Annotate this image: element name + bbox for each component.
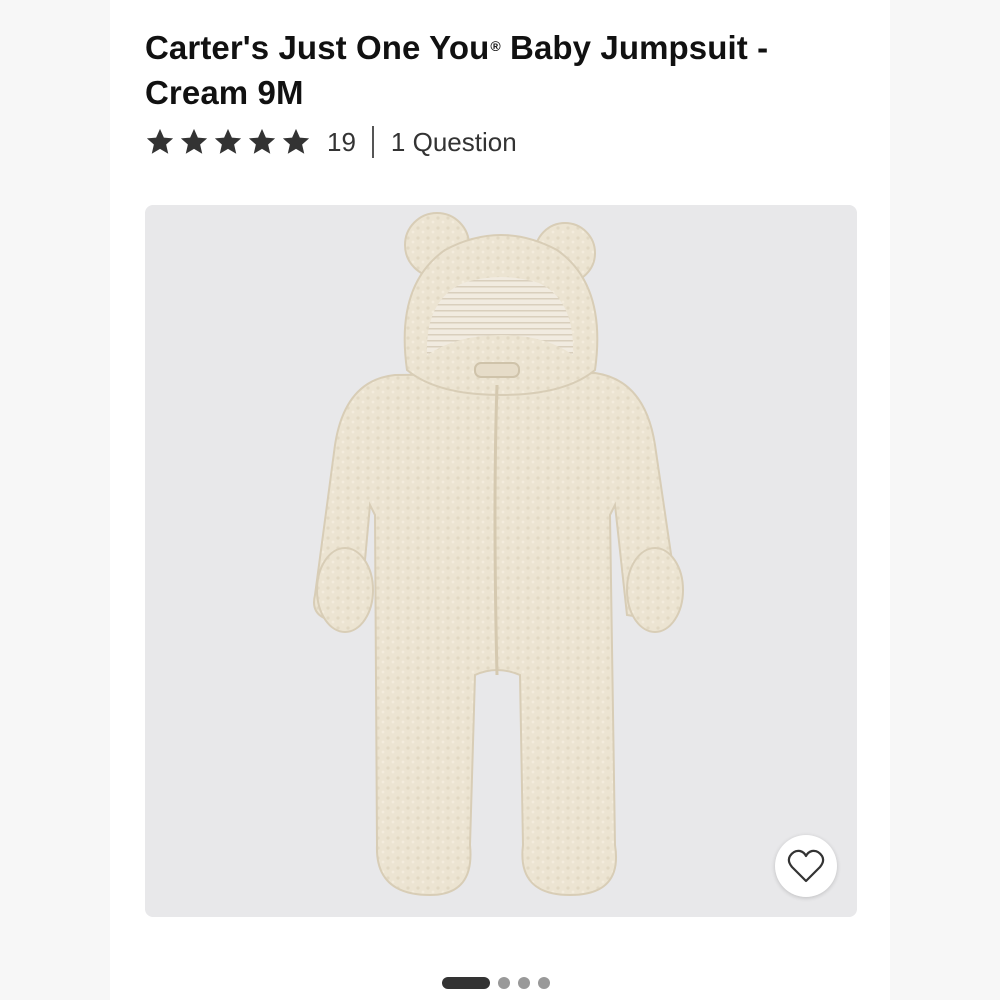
carousel-dot[interactable] [498, 977, 510, 989]
product-page: Carter's Just One You® Baby Jumpsuit - C… [110, 0, 890, 1000]
jumpsuit-illustration [313, 212, 684, 897]
registered-mark: ® [490, 38, 501, 54]
rating-row: 19 1 Question [145, 122, 517, 162]
star-rating[interactable] [145, 127, 311, 157]
carousel-dot-active[interactable] [442, 977, 490, 989]
heart-outline-icon [787, 849, 825, 883]
carousel-dot[interactable] [518, 977, 530, 989]
favorite-button[interactable] [775, 835, 837, 897]
star-icon [214, 128, 242, 154]
product-title-main: Carter's Just One You [145, 29, 490, 66]
star-icon [282, 128, 310, 154]
product-image[interactable] [145, 205, 857, 917]
product-title: Carter's Just One You® Baby Jumpsuit - C… [145, 24, 845, 115]
review-count[interactable]: 19 [327, 127, 356, 158]
star-icon [146, 128, 174, 154]
questions-link[interactable]: 1 Question [391, 127, 517, 158]
star-icon [180, 128, 208, 154]
star-icon [248, 128, 276, 154]
carousel-dot[interactable] [538, 977, 550, 989]
carousel-indicator [442, 977, 550, 989]
rating-divider [371, 126, 374, 158]
